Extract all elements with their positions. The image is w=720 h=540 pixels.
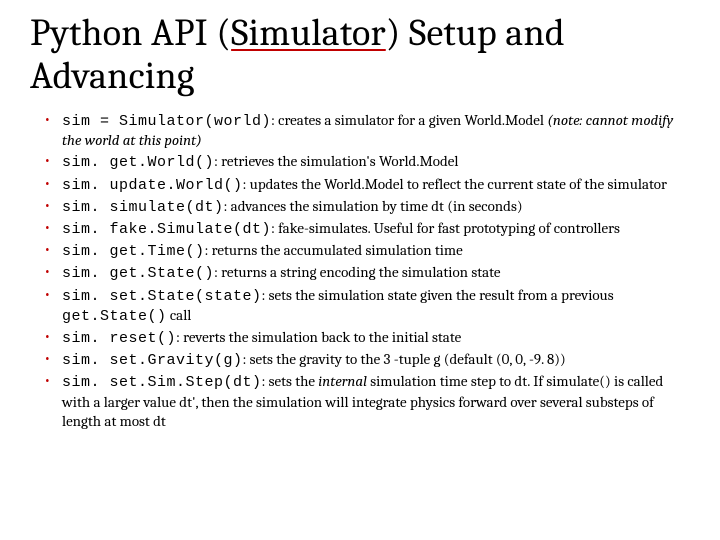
list-item: sim. get.Time(): returns the accumulated… (42, 241, 692, 261)
api-code: sim. get.World() (62, 154, 214, 171)
api-desc: : updates the World.Model to reflect the… (243, 175, 667, 193)
api-code: sim. get.State() (62, 265, 214, 282)
list-item: sim. get.World(): retrieves the simulati… (42, 152, 692, 172)
api-desc: : reverts the simulation back to the ini… (176, 328, 461, 346)
title-pre: Python API ( (30, 11, 231, 55)
api-desc: : creates a simulator for a given World.… (271, 111, 547, 129)
api-code: sim. fake.Simulate(dt) (62, 221, 271, 238)
api-code: sim. set.Sim.Step(dt) (62, 374, 262, 391)
api-list: sim = Simulator(world): creates a simula… (30, 111, 692, 431)
api-code: sim. set.Gravity(g) (62, 352, 243, 369)
api-desc: : sets the (262, 372, 319, 390)
simulator-link[interactable]: Simulator (231, 11, 386, 55)
api-code: sim. get.Time() (62, 243, 205, 260)
list-item: sim. fake.Simulate(dt): fake-simulates. … (42, 219, 692, 239)
api-desc: : fake-simulates. Useful for fast protot… (271, 219, 620, 237)
api-desc: : returns a string encoding the simulati… (214, 263, 500, 281)
list-item: sim. get.State(): returns a string encod… (42, 263, 692, 283)
api-code: sim = Simulator(world) (62, 113, 271, 130)
api-desc: : returns the accumulated simulation tim… (205, 241, 463, 259)
slide: Python API (Simulator) Setup and Advanci… (0, 0, 720, 540)
api-desc2: call (167, 306, 192, 324)
api-desc: : advances the simulation by time dt (in… (224, 197, 523, 215)
api-desc: : sets the gravity to the 3 -tuple g (de… (243, 350, 566, 368)
api-code: sim. reset() (62, 330, 176, 347)
api-code: sim. update.World() (62, 177, 243, 194)
api-code: sim. set.State(state) (62, 288, 262, 305)
list-item: sim. update.World(): updates the World.M… (42, 175, 692, 195)
list-item: sim. set.Sim.Step(dt): sets the internal… (42, 372, 692, 431)
list-item: sim. set.State(state): sets the simulati… (42, 286, 692, 326)
api-desc: : sets the simulation state given the re… (262, 286, 614, 304)
api-desc: : retrieves the simulation's World.Model (214, 152, 458, 170)
list-item: sim. set.Gravity(g): sets the gravity to… (42, 350, 692, 370)
api-italic: internal (318, 372, 367, 390)
api-code: sim. simulate(dt) (62, 199, 224, 216)
list-item: sim. simulate(dt): advances the simulati… (42, 197, 692, 217)
list-item: sim = Simulator(world): creates a simula… (42, 111, 692, 150)
slide-title: Python API (Simulator) Setup and Advanci… (30, 12, 692, 97)
api-code2: get.State() (62, 308, 167, 325)
list-item: sim. reset(): reverts the simulation bac… (42, 328, 692, 348)
